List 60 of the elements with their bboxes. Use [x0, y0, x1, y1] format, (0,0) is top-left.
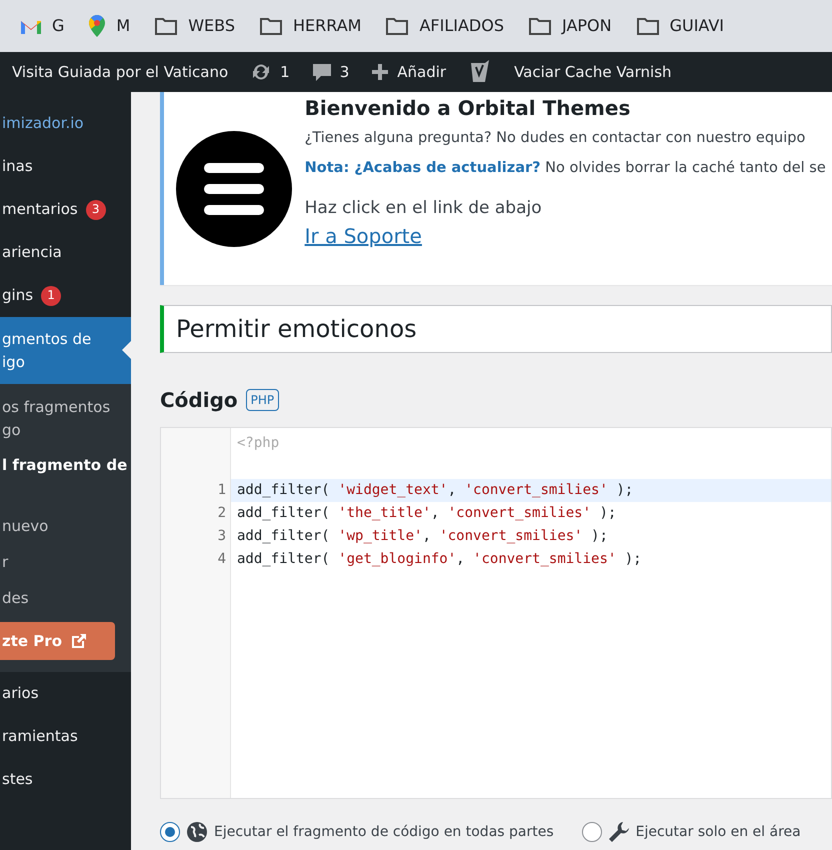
bookmark[interactable]: GUIAVI [636, 14, 724, 38]
code-line: add_filter( 'the_title', 'convert_smilies' ); [236, 504, 618, 523]
bookmark[interactable]: M [88, 14, 130, 38]
menu-item[interactable]: stes [0, 758, 131, 801]
external-link-icon [70, 632, 88, 650]
menu-item[interactable]: gins 1 [0, 274, 131, 317]
comment-icon [312, 62, 332, 82]
menu-item[interactable]: ramientas [0, 715, 131, 758]
notice-hint: Haz click en el link de abajo [304, 196, 543, 220]
line-number: 1 [216, 480, 227, 500]
code-line: add_filter( 'wp_title', 'convert_smilies' ); [236, 527, 609, 546]
scope-radio[interactable]: Ejecutar el fragmento de código en todas partes [160, 821, 554, 843]
menu-item[interactable]: ariencia [0, 231, 131, 274]
language-tag: PHP [246, 389, 280, 411]
folder-icon [528, 16, 552, 36]
notice-title: Bienvenido a Orbital Themes [304, 96, 632, 120]
folder-icon [385, 16, 410, 36]
count-badge: 1 [41, 286, 62, 306]
plus-icon [371, 63, 390, 81]
code-line: add_filter( 'get_bloginfo', 'convert_smilies' ); [236, 550, 643, 570]
menu-item[interactable]: mentarios 3 [0, 188, 131, 231]
wrench-icon [608, 821, 630, 843]
updates-link[interactable]: 1 [250, 60, 290, 84]
map-pin-icon [88, 14, 106, 38]
line-number: 3 [216, 527, 227, 546]
bookmark[interactable]: JAPON [528, 14, 612, 38]
menu-item[interactable]: imizador.io [0, 102, 131, 145]
submenu-item[interactable]: des [0, 580, 131, 616]
code-label: Código [160, 387, 238, 414]
scope-radio[interactable]: Ejecutar solo en el área [582, 821, 801, 843]
add-new-link[interactable]: Añadir [371, 60, 446, 84]
bookmark[interactable]: HERRAM [259, 14, 362, 38]
menu-item[interactable]: gmentos de igo [0, 317, 131, 384]
bookmark[interactable]: G [20, 14, 64, 38]
menu-item[interactable]: inas [0, 145, 131, 188]
folder-icon [154, 16, 178, 36]
line-number: 2 [216, 504, 227, 523]
submenu-item[interactable]: l fragmento de [0, 448, 131, 508]
submenu-item[interactable]: nuevo [0, 508, 131, 544]
scope-label: Ejecutar solo en el área [636, 822, 801, 842]
purge-cache-link[interactable]: Vaciar Cache Varnish [514, 60, 672, 84]
bookmark[interactable]: AFILIADOS [385, 14, 504, 38]
code-line: <?php [236, 434, 280, 453]
folder-icon [636, 16, 660, 36]
count-badge: 3 [86, 200, 106, 220]
line-number: 4 [216, 550, 227, 570]
support-link[interactable]: Ir a Soporte [304, 221, 422, 251]
submenu-item[interactable]: os fragmentos go [0, 390, 131, 448]
scope-label: Ejecutar el fragmento de código en todas partes [214, 822, 554, 842]
folder-icon [259, 16, 283, 36]
notice-note: Nota: ¿Acabas de actualizar? No olvides borrar la caché tanto del se [304, 158, 827, 178]
site-name-link[interactable]: Visita Guiada por el Vaticano [12, 60, 228, 84]
submenu-item[interactable]: r [0, 544, 131, 580]
snippet-title-field[interactable]: Permitir emoticonos [160, 305, 832, 353]
notice-text: ¿Tienes alguna pregunta? No dudes en contactar con nuestro equipo [304, 129, 806, 148]
globe-icon [186, 821, 208, 843]
bookmark[interactable]: WEBS [154, 14, 235, 38]
menu-item[interactable]: arios [0, 672, 131, 715]
comments-link[interactable]: 3 [312, 60, 350, 84]
menu-logo-icon [176, 130, 292, 246]
